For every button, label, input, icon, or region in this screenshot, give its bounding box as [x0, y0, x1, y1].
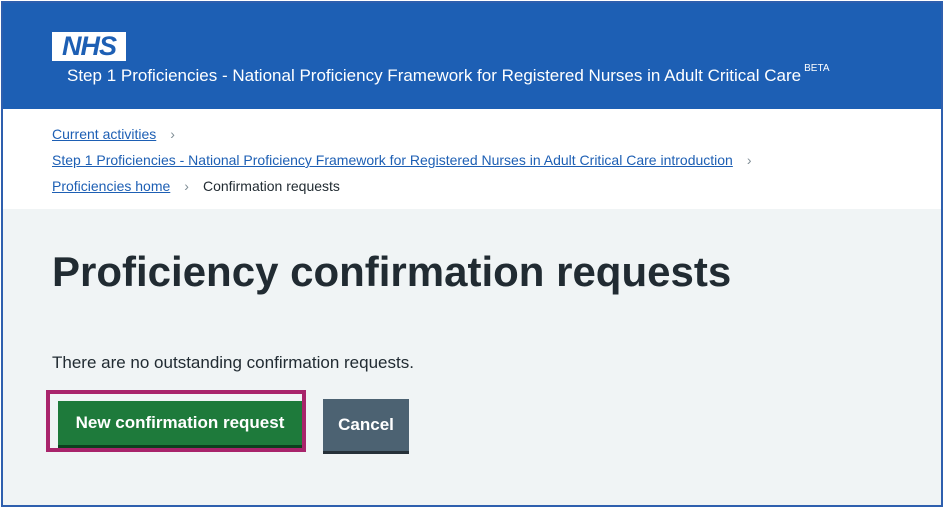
chevron-right-icon: › — [184, 178, 189, 194]
breadcrumb-row-3: Proficiencies home › Confirmation reques… — [52, 178, 340, 194]
chevron-right-icon: › — [746, 152, 752, 168]
empty-state-message: There are no outstanding confirmation re… — [52, 353, 414, 372]
page-frame: NHS Step 1 Proficiencies - National Prof… — [1, 1, 943, 507]
page-title: Proficiency confirmation requests — [52, 248, 732, 295]
new-confirmation-request-button[interactable]: New confirmation request — [58, 401, 302, 445]
breadcrumb-link-current-activities[interactable]: Current activities — [52, 126, 156, 142]
cancel-button[interactable]: Cancel — [323, 399, 409, 451]
breadcrumb-row-1: Current activities › — [52, 126, 175, 142]
beta-tag: BETA — [804, 63, 830, 75]
breadcrumb-link-introduction[interactable]: Step 1 Proficiencies - National Proficie… — [52, 152, 733, 168]
breadcrumb-current: Confirmation requests — [202, 178, 340, 194]
breadcrumb-row-2: Step 1 Proficiencies - National Proficie… — [52, 152, 752, 168]
site-header: NHS Step 1 Proficiencies - National Prof… — [3, 3, 941, 109]
nhs-logo[interactable]: NHS — [52, 32, 126, 61]
breadcrumb: Current activities › Step 1 Proficiencie… — [3, 109, 941, 209]
service-name[interactable]: Step 1 Proficiencies - National Proficie… — [67, 63, 830, 86]
nhs-logo-text: NHS — [61, 31, 117, 61]
service-name-text: Step 1 Proficiencies - National Proficie… — [67, 66, 802, 85]
breadcrumb-link-proficiencies-home[interactable]: Proficiencies home — [52, 178, 170, 194]
chevron-right-icon: › — [170, 126, 175, 142]
